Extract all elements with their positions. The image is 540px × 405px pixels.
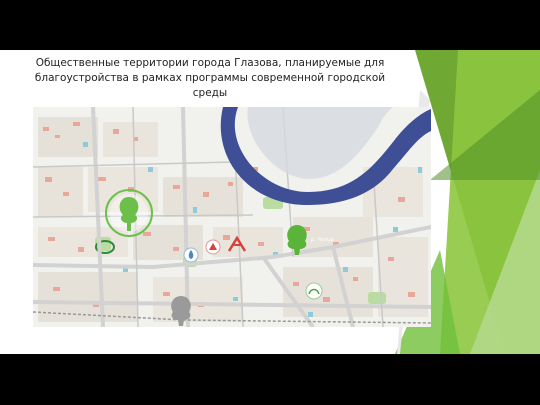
river-label: р. Чепца — [311, 237, 334, 243]
park-logo-icon — [205, 239, 221, 255]
square-logo-icon — [305, 282, 323, 300]
tree-marker-east[interactable] — [285, 224, 309, 256]
slide-title: Общественные территории города Глазова, … — [20, 56, 400, 101]
title-line-1: Общественные территории города Глазова, … — [35, 57, 385, 69]
slide: Общественные территории города Глазова, … — [0, 50, 540, 354]
arch-logo-icon — [227, 235, 247, 252]
tree-marker-west[interactable] — [103, 187, 155, 239]
tree-marker-gray[interactable] — [169, 295, 193, 327]
map-drawing — [33, 107, 431, 327]
title-line-2: благоустройства в рамках программы совре… — [34, 72, 386, 99]
city-map: р. Чепца — [33, 107, 431, 327]
water-logo-icon — [183, 247, 199, 263]
